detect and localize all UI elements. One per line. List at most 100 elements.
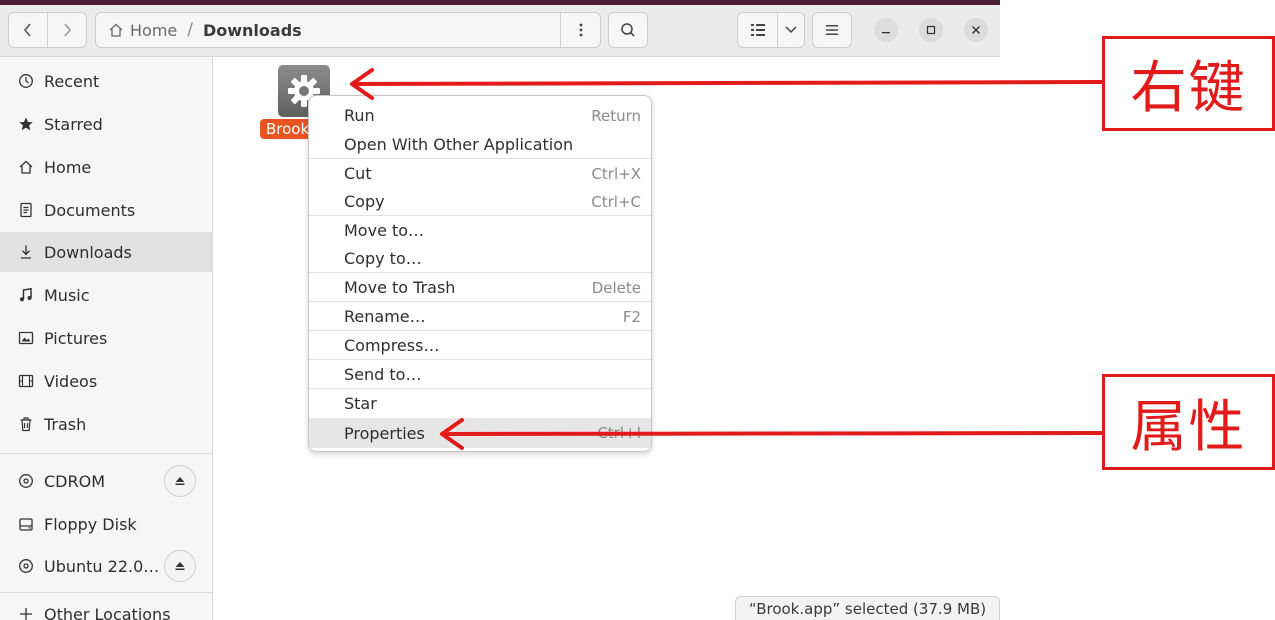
download-icon: [16, 242, 36, 262]
path-menu-button[interactable]: [560, 13, 600, 47]
search-button[interactable]: [608, 12, 648, 48]
sidebar-item-ubuntu-disc[interactable]: Ubuntu 22.0…: [0, 546, 212, 586]
sidebar-item-label: Pictures: [44, 328, 108, 348]
menu-item-accel: Ctrl+C: [591, 192, 641, 211]
clock-icon: [16, 71, 36, 91]
menu-item-label: Rename…: [344, 307, 426, 326]
back-button[interactable]: [9, 13, 48, 47]
minimize-button[interactable]: [874, 18, 898, 42]
sidebar-item-label: Documents: [44, 200, 136, 220]
menu-item-label: Copy to…: [344, 249, 422, 268]
sidebar-item-starred[interactable]: Starred: [0, 104, 212, 144]
sidebar-item-label: Downloads: [44, 242, 132, 262]
menu-item-label: Run: [344, 106, 375, 125]
home-icon: [109, 23, 123, 37]
menu-item-accel: F2: [622, 307, 641, 326]
drive-icon: [16, 514, 36, 534]
menu-item-move-to[interactable]: Move to…: [309, 216, 651, 245]
eject-icon: [175, 477, 185, 485]
menu-item-open-with[interactable]: Open With Other Application: [309, 130, 651, 159]
sidebar-item-videos[interactable]: Videos: [0, 361, 212, 401]
menu-item-star[interactable]: Star: [309, 389, 651, 418]
sidebar-item-label: Starred: [44, 114, 103, 134]
menu-item-compress[interactable]: Compress…: [309, 331, 651, 360]
sidebar-item-label: Other Locations: [44, 604, 171, 620]
document-icon: [16, 200, 36, 220]
breadcrumb-separator: /: [187, 20, 193, 40]
sidebar-item-label: CDROM: [44, 471, 106, 491]
forward-button[interactable]: [48, 13, 86, 47]
status-bar: “Brook.app” selected (37.9 MB): [735, 596, 1000, 620]
sidebar-item-label: Videos: [44, 371, 98, 391]
sidebar-item-documents[interactable]: Documents: [0, 190, 212, 230]
disc-icon: [16, 471, 36, 491]
sidebar-item-label: Ubuntu 22.0…: [44, 556, 160, 576]
menu-item-accel: Delete: [591, 278, 641, 297]
properties-annotation: 属性: [1102, 374, 1275, 470]
context-menu: Run Return Open With Other Application Cu…: [308, 95, 652, 452]
video-icon: [16, 371, 36, 391]
star-icon: [16, 114, 36, 134]
menu-item-label: Copy: [344, 192, 385, 211]
hamburger-icon: [826, 25, 838, 35]
sidebar: Recent Starred Home Documents Downloads …: [0, 57, 213, 620]
menu-item-send-to[interactable]: Send to…: [309, 360, 651, 389]
menu-item-properties[interactable]: Properties Ctrl+I: [309, 418, 651, 448]
breadcrumb-home[interactable]: Home: [108, 21, 177, 40]
sidebar-item-floppy-disk[interactable]: Floppy Disk: [0, 504, 212, 544]
list-view-button[interactable]: [738, 13, 778, 47]
menu-item-label: Cut: [344, 164, 372, 183]
menu-item-label: Star: [344, 394, 377, 413]
sidebar-item-label: Trash: [44, 414, 87, 434]
view-toggle: [737, 12, 805, 48]
close-icon: [972, 26, 980, 34]
navigation-buttons: [8, 12, 87, 48]
right-click-annotation: 右键: [1102, 36, 1275, 131]
sidebar-item-label: Recent: [44, 71, 100, 91]
menu-item-accel: Ctrl+X: [591, 164, 641, 183]
main-menu-button[interactable]: [812, 12, 852, 48]
maximize-icon: [926, 25, 936, 35]
chevron-right-icon: [64, 23, 72, 37]
menu-item-run[interactable]: Run Return: [309, 101, 651, 130]
menu-item-rename[interactable]: Rename… F2: [309, 302, 651, 331]
eject-button[interactable]: [164, 550, 196, 582]
sidebar-item-downloads[interactable]: Downloads: [0, 232, 212, 272]
menu-item-accel: Ctrl+I: [597, 424, 641, 442]
sidebar-item-pictures[interactable]: Pictures: [0, 318, 212, 358]
sidebar-item-label: Music: [44, 285, 90, 305]
plus-icon: [16, 604, 36, 620]
vertical-dots-icon: [579, 23, 582, 37]
sidebar-item-other-locations[interactable]: Other Locations: [0, 594, 212, 620]
breadcrumb-current[interactable]: Downloads: [203, 21, 302, 40]
sidebar-item-music[interactable]: Music: [0, 275, 212, 315]
file-item-label[interactable]: Brook: [260, 119, 316, 139]
list-view-icon: [750, 24, 765, 36]
menu-item-accel: Return: [591, 106, 641, 125]
search-icon: [621, 23, 635, 37]
menu-item-move-to-trash[interactable]: Move to Trash Delete: [309, 273, 651, 302]
menu-item-label: Move to…: [344, 221, 425, 240]
menu-item-label: Compress…: [344, 336, 440, 355]
sidebar-item-recent[interactable]: Recent: [0, 61, 212, 101]
chevron-down-icon: [785, 26, 797, 34]
maximize-button[interactable]: [919, 18, 943, 42]
sidebar-item-home[interactable]: Home: [0, 147, 212, 187]
eject-button[interactable]: [164, 465, 196, 497]
menu-item-label: Move to Trash: [344, 278, 456, 297]
menu-item-copy[interactable]: Copy Ctrl+C: [309, 187, 651, 216]
sidebar-item-cdrom[interactable]: CDROM: [0, 461, 212, 501]
home-icon: [16, 157, 36, 177]
menu-item-label: Properties: [344, 423, 425, 443]
sidebar-item-trash[interactable]: Trash: [0, 404, 212, 444]
sidebar-divider: [0, 592, 212, 593]
picture-icon: [16, 328, 36, 348]
menu-item-copy-to[interactable]: Copy to…: [309, 244, 651, 273]
path-bar: Home / Downloads: [95, 12, 601, 48]
menu-item-label: Send to…: [344, 365, 422, 384]
view-options-button[interactable]: [778, 13, 804, 47]
menu-item-label: Open With Other Application: [344, 135, 574, 154]
chevron-left-icon: [23, 23, 31, 37]
close-button[interactable]: [964, 18, 988, 42]
menu-item-cut[interactable]: Cut Ctrl+X: [309, 159, 651, 188]
